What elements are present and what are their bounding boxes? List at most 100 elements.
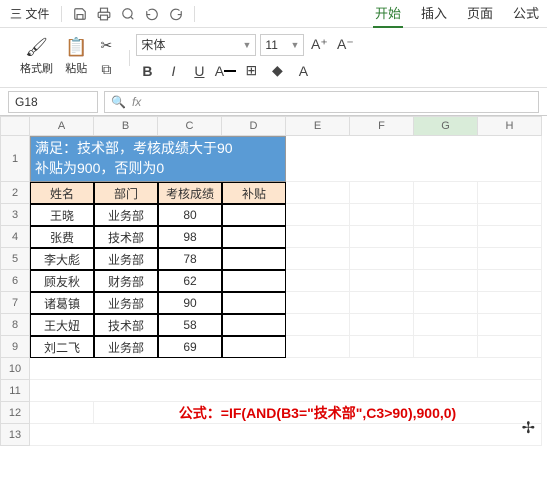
cell[interactable]: 刘二飞	[30, 336, 94, 358]
cell[interactable]	[286, 292, 350, 314]
increase-font-icon[interactable]: A⁺	[308, 34, 330, 56]
header-cell[interactable]: 部门	[94, 182, 158, 204]
cell[interactable]	[414, 226, 478, 248]
row-head[interactable]: 4	[0, 226, 30, 248]
cell[interactable]: 90	[158, 292, 222, 314]
cell[interactable]	[350, 204, 414, 226]
cell[interactable]	[222, 336, 286, 358]
cell[interactable]	[478, 336, 542, 358]
cell[interactable]	[478, 248, 542, 270]
row-head[interactable]: 2	[0, 182, 30, 204]
cell[interactable]	[286, 136, 542, 182]
row-head[interactable]: 12	[0, 402, 30, 424]
row-head[interactable]: 1	[0, 136, 30, 182]
col-head[interactable]: D	[222, 116, 286, 136]
fill-color-icon[interactable]: ◆	[266, 60, 288, 82]
col-head[interactable]: F	[350, 116, 414, 136]
cell[interactable]	[414, 292, 478, 314]
cell[interactable]	[30, 424, 542, 446]
header-cell[interactable]: 姓名	[30, 182, 94, 204]
select-all-corner[interactable]	[0, 116, 30, 136]
cell[interactable]	[478, 270, 542, 292]
cell[interactable]: 顾友秋	[30, 270, 94, 292]
cell[interactable]	[350, 270, 414, 292]
row-head[interactable]: 13	[0, 424, 30, 446]
format-painter-button[interactable]: 🖌 格式刷	[16, 35, 57, 81]
cell[interactable]: 62	[158, 270, 222, 292]
col-head[interactable]: A	[30, 116, 94, 136]
cell[interactable]: 技术部	[94, 226, 158, 248]
preview-icon[interactable]	[118, 4, 138, 24]
tab-start[interactable]: 开始	[373, 0, 403, 28]
cell[interactable]	[222, 270, 286, 292]
cell[interactable]	[414, 204, 478, 226]
paste-button[interactable]: 📋 粘贴	[61, 35, 91, 81]
tab-insert[interactable]: 插入	[419, 0, 449, 28]
cell[interactable]	[286, 182, 350, 204]
title-merged-cell[interactable]: 满足：技术部，考核成绩大于90 补贴为900，否则为0	[30, 136, 286, 182]
cell[interactable]	[478, 226, 542, 248]
cell[interactable]: 69	[158, 336, 222, 358]
file-menu[interactable]: 三 文件	[6, 3, 53, 24]
row-head[interactable]: 6	[0, 270, 30, 292]
cell[interactable]	[350, 226, 414, 248]
underline-button[interactable]: U	[188, 60, 210, 82]
formula-input[interactable]: 🔍 fx	[104, 91, 539, 113]
cell[interactable]	[222, 292, 286, 314]
decrease-font-icon[interactable]: A⁻	[334, 34, 356, 56]
borders-icon[interactable]: ⊞	[240, 60, 262, 82]
cell[interactable]	[478, 292, 542, 314]
formula-text-cell[interactable]: 公式：=IF(AND(B3="技术部",C3>90),900,0)	[94, 402, 542, 424]
header-cell[interactable]: 考核成绩	[158, 182, 222, 204]
print-icon[interactable]	[94, 4, 114, 24]
cell[interactable]	[286, 226, 350, 248]
undo-icon[interactable]	[142, 4, 162, 24]
cell[interactable]	[414, 336, 478, 358]
cell[interactable]: 王晓	[30, 204, 94, 226]
row-head[interactable]: 7	[0, 292, 30, 314]
font-color-icon[interactable]: A	[214, 60, 236, 82]
row-head[interactable]: 9	[0, 336, 30, 358]
cell[interactable]: 诸葛镇	[30, 292, 94, 314]
row-head[interactable]: 11	[0, 380, 30, 402]
italic-button[interactable]: I	[162, 60, 184, 82]
cell[interactable]: 张费	[30, 226, 94, 248]
cell[interactable]: 业务部	[94, 336, 158, 358]
cell[interactable]	[350, 292, 414, 314]
cell[interactable]	[286, 270, 350, 292]
cell[interactable]	[414, 314, 478, 336]
cell[interactable]	[350, 248, 414, 270]
save-icon[interactable]	[70, 4, 90, 24]
cell[interactable]: 78	[158, 248, 222, 270]
row-head[interactable]: 5	[0, 248, 30, 270]
col-head[interactable]: C	[158, 116, 222, 136]
name-box[interactable]: G18	[8, 91, 98, 113]
tab-formula[interactable]: 公式	[511, 0, 541, 28]
cell[interactable]: 业务部	[94, 248, 158, 270]
cell[interactable]	[478, 314, 542, 336]
cell[interactable]: 李大彪	[30, 248, 94, 270]
cell[interactable]	[350, 314, 414, 336]
cell[interactable]: 技术部	[94, 314, 158, 336]
row-head[interactable]: 3	[0, 204, 30, 226]
bold-button[interactable]: B	[136, 60, 158, 82]
cell[interactable]	[414, 270, 478, 292]
cut-icon[interactable]: ✂	[95, 35, 117, 57]
cell[interactable]	[414, 248, 478, 270]
cell[interactable]	[222, 314, 286, 336]
cell[interactable]: 98	[158, 226, 222, 248]
redo-icon[interactable]	[166, 4, 186, 24]
cell[interactable]	[286, 314, 350, 336]
cell[interactable]	[222, 204, 286, 226]
cell[interactable]: 58	[158, 314, 222, 336]
col-head[interactable]: E	[286, 116, 350, 136]
cell[interactable]: 业务部	[94, 204, 158, 226]
cell[interactable]	[478, 204, 542, 226]
header-cell[interactable]: 补贴	[222, 182, 286, 204]
font-family-select[interactable]: 宋体▼	[136, 34, 256, 56]
cell[interactable]	[286, 204, 350, 226]
row-head[interactable]: 8	[0, 314, 30, 336]
cell[interactable]	[478, 182, 542, 204]
cell[interactable]	[222, 226, 286, 248]
col-head[interactable]: H	[478, 116, 542, 136]
